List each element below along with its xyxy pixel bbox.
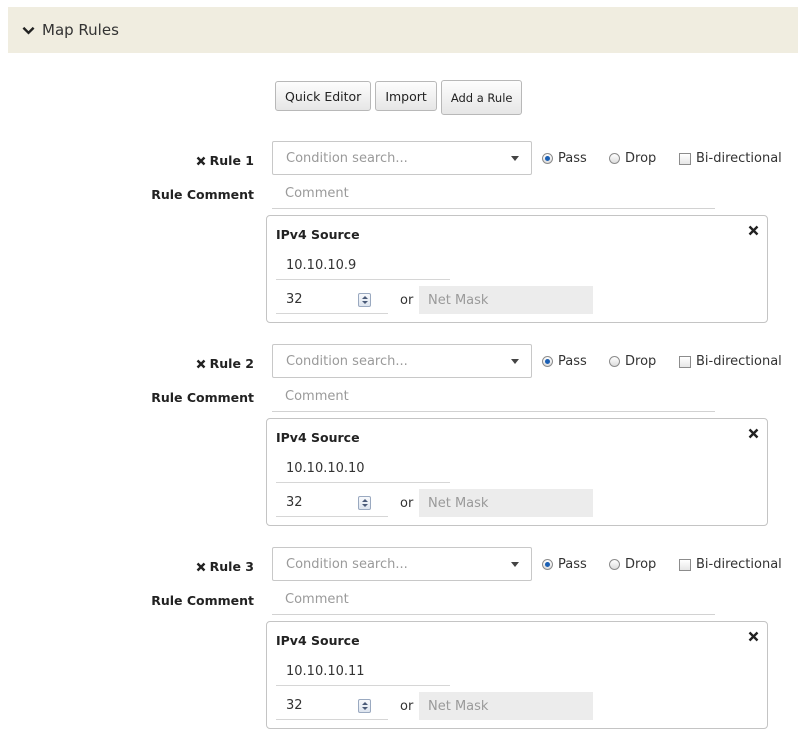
prefix-length-stepper[interactable]: 32 bbox=[276, 286, 388, 314]
ip-address-input[interactable] bbox=[276, 252, 450, 280]
rule-block: Rule 1 Condition search... Pass Drop Bi-… bbox=[0, 141, 798, 331]
rule-name: Rule 3 bbox=[209, 559, 254, 574]
pass-label: Pass bbox=[558, 151, 587, 166]
bidirectional-option[interactable]: Bi-directional bbox=[679, 151, 782, 166]
prefix-length-value: 32 bbox=[286, 292, 303, 307]
ip-address-input[interactable] bbox=[276, 455, 450, 483]
prefix-length-stepper[interactable]: 32 bbox=[276, 692, 388, 720]
condition-search-select[interactable]: Condition search... bbox=[272, 344, 532, 378]
caret-down-icon bbox=[511, 561, 519, 567]
bidirectional-checkbox[interactable] bbox=[679, 152, 691, 165]
remove-rule-icon[interactable] bbox=[196, 359, 206, 369]
pass-radio[interactable] bbox=[542, 559, 553, 570]
prefix-length-stepper[interactable]: 32 bbox=[276, 489, 388, 517]
drop-radio[interactable] bbox=[609, 153, 620, 164]
bidirectional-checkbox[interactable] bbox=[679, 558, 691, 571]
spinner-icon[interactable] bbox=[358, 698, 371, 713]
pass-radio-option[interactable]: Pass bbox=[542, 354, 587, 369]
pass-label: Pass bbox=[558, 557, 587, 572]
bidirectional-option[interactable]: Bi-directional bbox=[679, 557, 782, 572]
or-label: or bbox=[400, 699, 414, 714]
prefix-length-value: 32 bbox=[286, 698, 303, 713]
caret-down-icon bbox=[511, 155, 519, 161]
rule-name: Rule 1 bbox=[209, 153, 254, 168]
net-mask-input[interactable] bbox=[419, 692, 593, 720]
spinner-icon[interactable] bbox=[358, 292, 371, 307]
condition-search-placeholder: Condition search... bbox=[286, 353, 408, 369]
bidirectional-option[interactable]: Bi-directional bbox=[679, 354, 782, 369]
net-mask-input[interactable] bbox=[419, 489, 593, 517]
add-rule-button[interactable]: Add a Rule bbox=[440, 80, 523, 115]
rule-comment-input[interactable] bbox=[272, 382, 715, 412]
quick-editor-button[interactable]: Quick Editor bbox=[275, 81, 372, 111]
pass-radio-option[interactable]: Pass bbox=[542, 557, 587, 572]
condition-search-select[interactable]: Condition search... bbox=[272, 141, 532, 175]
prefix-length-value: 32 bbox=[286, 495, 303, 510]
condition-search-select[interactable]: Condition search... bbox=[272, 547, 532, 581]
rule-comment-input[interactable] bbox=[272, 179, 715, 209]
chevron-down-icon bbox=[22, 26, 35, 35]
condition-search-placeholder: Condition search... bbox=[286, 556, 408, 572]
close-filter-icon[interactable] bbox=[748, 631, 759, 642]
drop-label: Drop bbox=[625, 151, 657, 166]
close-filter-icon[interactable] bbox=[748, 428, 759, 439]
close-filter-icon[interactable] bbox=[748, 225, 759, 236]
map-rules-section-header[interactable]: Map Rules bbox=[8, 7, 798, 53]
drop-radio[interactable] bbox=[609, 356, 620, 367]
remove-rule-icon[interactable] bbox=[196, 156, 206, 166]
rule-label: Rule 3 bbox=[196, 559, 254, 574]
drop-radio-option[interactable]: Drop bbox=[609, 557, 656, 572]
pass-label: Pass bbox=[558, 354, 587, 369]
rule-comment-label: Rule Comment bbox=[151, 390, 254, 405]
or-label: or bbox=[400, 496, 414, 511]
rule-block: Rule 3 Condition search... Pass Drop Bi-… bbox=[0, 547, 798, 737]
drop-label: Drop bbox=[625, 354, 657, 369]
ipv4-source-filter: IPv4 Source 32 or bbox=[266, 215, 768, 323]
rule-label: Rule 2 bbox=[196, 356, 254, 371]
ip-address-input[interactable] bbox=[276, 658, 450, 686]
rule-name: Rule 2 bbox=[209, 356, 254, 371]
rule-block: Rule 2 Condition search... Pass Drop Bi-… bbox=[0, 344, 798, 534]
section-title: Map Rules bbox=[42, 21, 119, 39]
drop-radio[interactable] bbox=[609, 559, 620, 570]
drop-radio-option[interactable]: Drop bbox=[609, 354, 656, 369]
rule-toolbar: Quick Editor Import Add a Rule bbox=[275, 80, 523, 115]
bidirectional-label: Bi-directional bbox=[696, 557, 782, 572]
rule-comment-label: Rule Comment bbox=[151, 593, 254, 608]
filter-title: IPv4 Source bbox=[276, 227, 360, 242]
bidirectional-checkbox[interactable] bbox=[679, 355, 691, 368]
rule-comment-label: Rule Comment bbox=[151, 187, 254, 202]
spinner-icon[interactable] bbox=[358, 495, 371, 510]
filter-title: IPv4 Source bbox=[276, 430, 360, 445]
pass-radio-option[interactable]: Pass bbox=[542, 151, 587, 166]
caret-down-icon bbox=[511, 358, 519, 364]
drop-label: Drop bbox=[625, 557, 657, 572]
pass-radio[interactable] bbox=[542, 153, 553, 164]
rule-comment-input[interactable] bbox=[272, 585, 715, 615]
filter-title: IPv4 Source bbox=[276, 633, 360, 648]
import-button[interactable]: Import bbox=[375, 81, 437, 111]
drop-radio-option[interactable]: Drop bbox=[609, 151, 656, 166]
bidirectional-label: Bi-directional bbox=[696, 151, 782, 166]
pass-radio[interactable] bbox=[542, 356, 553, 367]
or-label: or bbox=[400, 293, 414, 308]
bidirectional-label: Bi-directional bbox=[696, 354, 782, 369]
net-mask-input[interactable] bbox=[419, 286, 593, 314]
remove-rule-icon[interactable] bbox=[196, 562, 206, 572]
ipv4-source-filter: IPv4 Source 32 or bbox=[266, 621, 768, 729]
condition-search-placeholder: Condition search... bbox=[286, 150, 408, 166]
ipv4-source-filter: IPv4 Source 32 or bbox=[266, 418, 768, 526]
rule-label: Rule 1 bbox=[196, 153, 254, 168]
